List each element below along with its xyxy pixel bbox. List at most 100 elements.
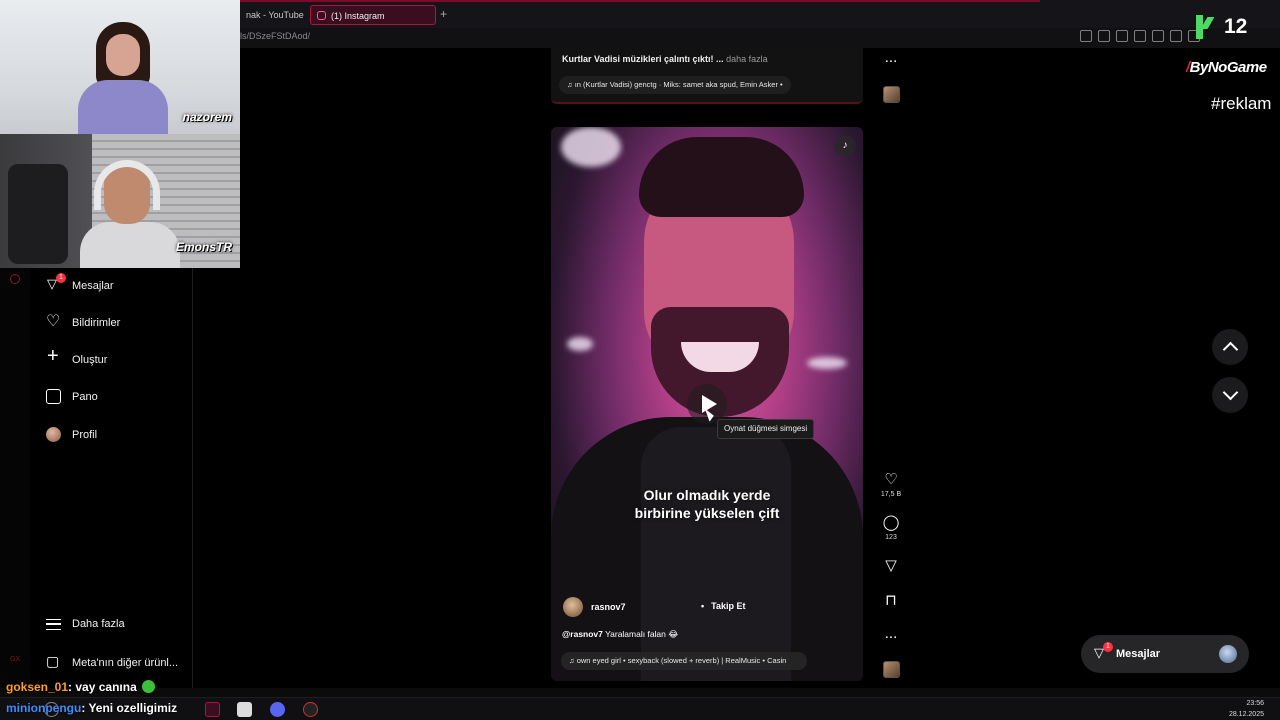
music-pill[interactable]: ♫ own eyed girl • sexyback (slowed + rev…: [561, 652, 807, 670]
contact-avatar: [1219, 645, 1237, 663]
read-more-link[interactable]: daha fazla: [724, 54, 768, 64]
play-icon[interactable]: [1152, 30, 1164, 42]
messages-badge: 1: [56, 273, 66, 283]
like-button[interactable]: ♡ 17,5 B: [876, 471, 906, 499]
previous-more-icon[interactable]: ...: [876, 50, 906, 66]
emote-icon: [142, 680, 156, 693]
sidebar-item-create[interactable]: Oluştur: [46, 345, 108, 368]
bookmark-icon[interactable]: [1134, 30, 1146, 42]
comment-button[interactable]: ◯ 123: [876, 514, 906, 542]
meta-apps-icon: [46, 653, 61, 670]
streamer-1: [78, 22, 168, 136]
sidebar-item-label: Pano: [72, 390, 98, 403]
clock-date: 28.12.2025: [1228, 711, 1264, 718]
previous-audio-thumbnail[interactable]: [883, 86, 900, 103]
play-button[interactable]: [687, 384, 727, 424]
audio-thumbnail[interactable]: [883, 661, 900, 678]
webcam-streamer-2: EmonsTR: [0, 134, 240, 268]
author-avatar[interactable]: [563, 597, 583, 617]
plus-icon: [46, 345, 61, 368]
pin-icon[interactable]: [1080, 30, 1092, 42]
streamer-1-body: [78, 80, 168, 136]
volume-icon[interactable]: ♪: [834, 135, 856, 157]
follow-label: Takip Et: [711, 601, 746, 611]
previous-music-pill[interactable]: ♫ ın (Kurtlar Vadisi) genctg · Miks: sam…: [559, 76, 791, 94]
streamer-2-body: [80, 222, 180, 268]
chat-message: minionpengu: Yeni ozelligimiz: [6, 701, 177, 715]
sponsor-logo: /ByNoGame: [1186, 59, 1267, 76]
sidebar-item-label: Bildirimler: [72, 316, 121, 329]
screenshot-icon[interactable]: [1098, 30, 1110, 42]
sidebar-item-profile[interactable]: Profil: [46, 427, 97, 442]
browser-side-strip: [0, 268, 30, 688]
tab-accent-line: [240, 0, 1040, 2]
screen: nak - YouTube (1) Instagram + ls/DSzeFSt…: [0, 0, 1280, 720]
caption-text: Yaralamalı falan 😂: [602, 629, 679, 639]
sidebar-item-notifications[interactable]: Bildirimler: [46, 311, 121, 331]
gaming-chair: [8, 164, 68, 264]
settings-icon[interactable]: [10, 274, 20, 284]
sidebar-item-label: Daha fazla: [72, 618, 125, 630]
previous-reel-button[interactable]: [1212, 329, 1248, 365]
sidebar-item-messages[interactable]: 1 Mesajlar: [46, 273, 114, 293]
separator-dot: •: [701, 601, 705, 611]
sidebar-item-more[interactable]: Daha fazla: [46, 618, 125, 630]
more-icon: ...: [884, 625, 898, 642]
message-badge: 1: [1103, 641, 1113, 652]
chat-text: vay canına: [72, 680, 137, 694]
tab-instagram[interactable]: (1) Instagram: [310, 5, 436, 25]
cam-2-label: EmonsTR: [175, 240, 232, 254]
previous-post-card[interactable]: Kurtlar Vadisi müzikleri çalıntı çıktı! …: [551, 48, 863, 104]
overlay-line-1: Olur olmadık yerde: [643, 487, 771, 503]
bookmark-icon: ⊓: [885, 592, 897, 609]
shield-icon[interactable]: [1116, 30, 1128, 42]
send-icon: 1: [46, 273, 66, 293]
more-options-button[interactable]: ...: [876, 626, 906, 642]
clock-time: 23:56: [1246, 700, 1264, 707]
play-tooltip: Oynat düğmesi simgesi: [717, 419, 815, 439]
menu-icon: [46, 618, 61, 630]
tab-instagram-label: (1) Instagram: [331, 11, 385, 21]
new-tab-button[interactable]: +: [440, 7, 447, 21]
chat-text: Yeni ozelligimiz: [85, 701, 178, 715]
ceiling-light: [561, 127, 621, 167]
chat-overlay: goksen_01: vay canına minionpengu: Yeni …: [0, 678, 450, 720]
avatar-icon: [46, 427, 61, 442]
system-clock: 23:56 28.12.2025: [1229, 698, 1264, 720]
author-username[interactable]: rasnov7: [591, 602, 626, 612]
reel-actions: ... ♡ 17,5 B ◯ 123 ▽ ⊓ ...: [876, 0, 906, 720]
heart-icon: ♡: [884, 471, 898, 488]
gx-tag: GX: [10, 656, 21, 663]
send-icon: ▽: [885, 557, 897, 574]
sidebar-item-label: Meta'nın diğer ürünl...: [72, 656, 179, 669]
reel-author[interactable]: rasnov7: [563, 597, 626, 617]
streamer-1-face: [106, 34, 140, 76]
save-button[interactable]: ⊓: [876, 593, 906, 609]
comment-count: 123: [885, 534, 897, 541]
sidebar-item-meta[interactable]: Meta'nın diğer ürünl...: [46, 653, 179, 670]
webcam-streamer-1: nazorem: [0, 0, 240, 136]
heart-icon[interactable]: [1170, 30, 1182, 42]
reel-caption: @rasnov7 Yaralamalı falan 😂: [562, 629, 678, 640]
sidebar-item-label: Oluştur: [72, 353, 108, 366]
sidebar-item-dashboard[interactable]: Pano: [46, 389, 98, 404]
ceiling-light: [567, 337, 593, 351]
kick-counter: 12: [1224, 15, 1248, 38]
sponsor-name: ByNoGame: [1189, 59, 1267, 76]
reel-video[interactable]: ♪ Oynat düğmesi simgesi Olur olmadık yer…: [551, 127, 863, 681]
url-text[interactable]: ls/DSzeFStDAod/: [240, 31, 310, 41]
caption-username[interactable]: @rasnov7: [562, 629, 603, 639]
ad-hashtag: #reklam: [1211, 94, 1272, 113]
chat-username: minionpengu: [6, 701, 82, 715]
comment-icon: ◯: [882, 514, 900, 531]
person-shirt: [641, 427, 791, 681]
instagram-icon: [317, 11, 326, 20]
messages-pill[interactable]: 1 Mesajlar: [1081, 635, 1249, 673]
follow-button[interactable]: • Takip Et: [701, 601, 746, 611]
instagram-sidebar: 1 Mesajlar Bildirimler Oluştur Pano Prof…: [30, 268, 193, 688]
cam-1-label: nazorem: [182, 110, 232, 124]
browser-toolbar: [1080, 30, 1200, 42]
next-reel-button[interactable]: [1212, 377, 1248, 413]
share-button[interactable]: ▽: [876, 558, 906, 574]
tab-youtube[interactable]: nak - YouTube: [240, 5, 310, 25]
